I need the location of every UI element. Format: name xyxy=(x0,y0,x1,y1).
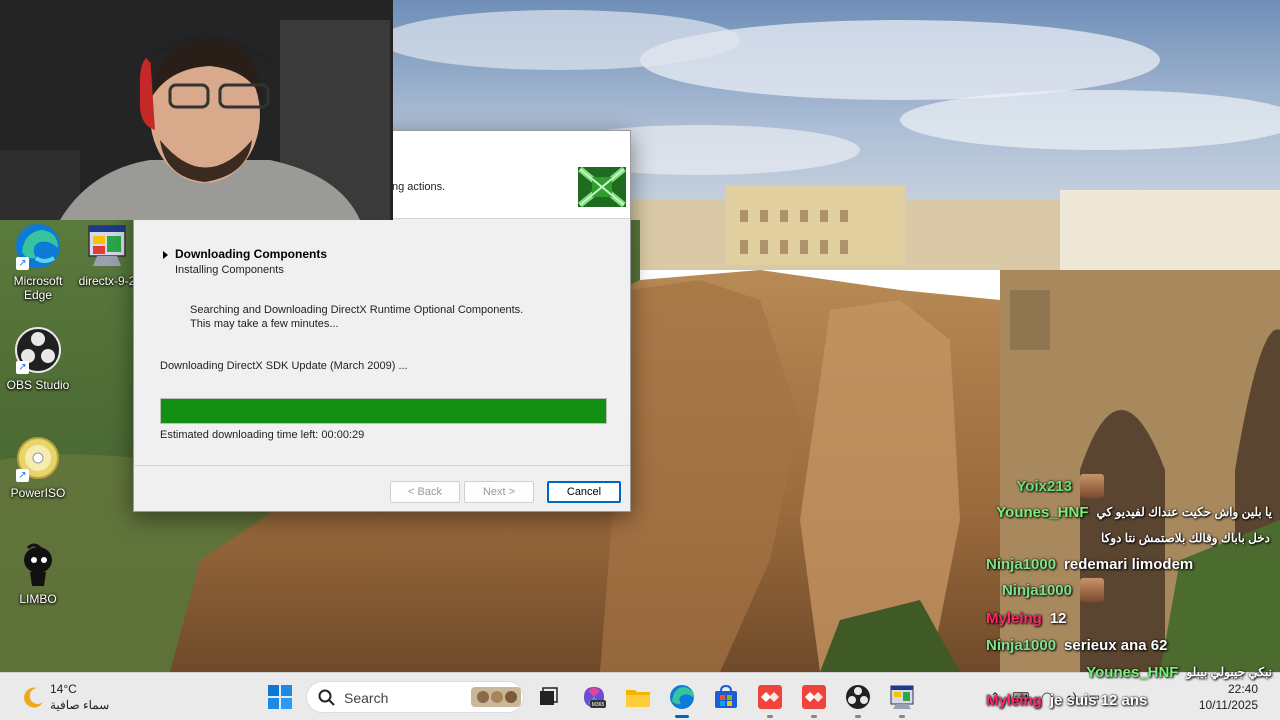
desktop-icon-limbo[interactable]: LIMBO xyxy=(0,540,76,606)
file-explorer-icon xyxy=(626,690,650,707)
chat-text: serieux ana 62 xyxy=(1064,636,1168,654)
running-indicator xyxy=(855,715,861,718)
search-placeholder: Search xyxy=(344,690,389,706)
chat-message: Younes_HNF نبكي جيبولي بيبلو xyxy=(1086,660,1272,684)
directx-setup-icon xyxy=(83,222,131,270)
description-line-2: This may take a few minutes... xyxy=(190,318,339,330)
chat-message: Yoix213 xyxy=(1016,474,1104,498)
chat-message: Ninja1000 serieux ana 62 xyxy=(986,633,1167,657)
eta-text: Estimated downloading time left: 00:00:2… xyxy=(160,429,365,441)
limbo-icon xyxy=(14,540,62,588)
progress-fill xyxy=(161,399,606,423)
edge-icon: ↗ xyxy=(14,222,62,270)
chat-message: Myleing 12 xyxy=(986,606,1067,630)
desktop-icon-label: PowerISO xyxy=(10,486,66,500)
step-title: Downloading Components xyxy=(175,247,327,261)
desktop-icon-edge[interactable]: ↗ Microsoft Edge xyxy=(0,222,76,302)
microsoft-store-icon xyxy=(715,684,737,708)
microsoft-store-button[interactable] xyxy=(712,683,740,711)
chat-message: Ninja1000 redemari limodem xyxy=(986,552,1193,576)
running-indicator xyxy=(811,715,817,718)
search-highlight-icon xyxy=(471,687,521,707)
edge-taskbar-button[interactable] xyxy=(668,683,696,718)
chat-username: Ninja1000 xyxy=(1001,581,1072,599)
shortcut-arrow-icon: ↗ xyxy=(16,361,29,374)
back-button[interactable]: < Back xyxy=(390,481,460,503)
directx-logo-icon xyxy=(578,166,626,208)
chat-emote-icon xyxy=(1080,578,1104,602)
installer-body: Downloading Components Installing Compon… xyxy=(134,220,630,460)
desktop-icon-directx[interactable]: directx-9-2 xyxy=(76,222,138,288)
desktop-icon-obs[interactable]: ↗ OBS Studio xyxy=(0,326,76,392)
m365-copilot-button[interactable]: M365 xyxy=(580,683,608,711)
chat-text: نبكي جيبولي بيبلو xyxy=(1186,665,1272,679)
desktop-icon-label: OBS Studio xyxy=(6,378,70,392)
chat-message: Ninja1000 xyxy=(1002,578,1104,602)
search-icon xyxy=(318,689,335,706)
weather-temperature: 14°C xyxy=(50,682,77,696)
running-indicator xyxy=(767,715,773,718)
directx-setup-taskbar-button[interactable] xyxy=(888,683,916,718)
anydesk-icon xyxy=(758,685,782,709)
chat-message: Younes_HNF يا بلين واش حكيت عنداك لفيديو … xyxy=(996,500,1272,524)
weather-widget[interactable]: 14°C سماء صافية xyxy=(18,681,128,715)
chat-text: 12 xyxy=(1049,609,1067,627)
moon-icon xyxy=(24,687,43,708)
desktop-icon-label: directx-9-2 xyxy=(78,274,136,288)
chat-emote-icon xyxy=(1080,474,1104,498)
description-line-1: Searching and Downloading DirectX Runtim… xyxy=(190,304,524,316)
obs-icon: ↗ xyxy=(14,326,62,374)
chat-username: Ninja1000 xyxy=(986,555,1057,573)
next-button[interactable]: Next > xyxy=(464,481,534,503)
start-button[interactable] xyxy=(268,685,292,709)
step-subtitle: Installing Components xyxy=(175,264,284,276)
webcam-overlay xyxy=(0,0,393,220)
running-indicator xyxy=(899,715,905,718)
running-indicator xyxy=(675,715,689,718)
poweriso-icon: ↗ xyxy=(14,434,62,482)
chat-text: je suis 12 ans xyxy=(1049,691,1148,709)
chat-username: Myleing xyxy=(986,691,1042,709)
edge-icon xyxy=(670,685,694,709)
desktop-icon-label: Microsoft Edge xyxy=(13,274,63,302)
file-explorer-button[interactable] xyxy=(624,683,652,711)
obs-icon xyxy=(846,685,870,709)
desktop-icon-poweriso[interactable]: ↗ PowerISO xyxy=(0,434,76,500)
downloading-item: Downloading DirectX SDK Update (March 20… xyxy=(160,360,408,372)
chat-username: Ninja1000 xyxy=(986,636,1057,654)
task-view-icon xyxy=(540,687,558,705)
chat-message: Myleing je suis 12 ans xyxy=(986,688,1147,712)
weather-condition: سماء صافية xyxy=(50,698,110,712)
shortcut-arrow-icon: ↗ xyxy=(16,257,29,270)
start-icon xyxy=(268,685,292,709)
chat-text: دخل باباك وقالك بلاصتمش نتا دوكا xyxy=(1100,531,1270,545)
m365-copilot-icon: M365 xyxy=(584,687,606,708)
anydesk-button-2[interactable] xyxy=(800,683,828,718)
banner-text: ng actions. xyxy=(392,181,446,193)
chat-text: يا بلين واش حكيت عنداك لفيديو كي xyxy=(1096,505,1273,519)
chat-username: Myleing xyxy=(986,609,1042,627)
shortcut-arrow-icon: ↗ xyxy=(16,469,29,482)
chat-text: redemari limodem xyxy=(1064,555,1194,573)
anydesk-icon xyxy=(802,685,826,709)
chat-username: Yoix213 xyxy=(1016,477,1072,495)
taskbar-search[interactable]: Search xyxy=(306,681,524,713)
download-progress-bar xyxy=(160,398,607,424)
anydesk-button-1[interactable] xyxy=(756,683,784,718)
obs-taskbar-button[interactable] xyxy=(844,683,872,718)
chat-username: Younes_HNF xyxy=(1086,663,1179,681)
cancel-button[interactable]: Cancel xyxy=(547,481,621,503)
desktop-icon-label: LIMBO xyxy=(19,592,57,606)
svg-text:M365: M365 xyxy=(592,702,605,708)
directx-setup-icon xyxy=(890,685,914,709)
stream-chat-overlay: Yoix213 Younes_HNF يا بلين واش حكيت عنداك … xyxy=(940,470,1280,720)
button-separator xyxy=(134,465,630,466)
chat-message: دخل باباك وقالك بلاصتمش نتا دوكا xyxy=(1093,526,1270,550)
step-arrow-icon xyxy=(163,251,168,259)
chat-username: Younes_HNF xyxy=(996,503,1089,521)
task-view-button[interactable] xyxy=(534,683,562,711)
